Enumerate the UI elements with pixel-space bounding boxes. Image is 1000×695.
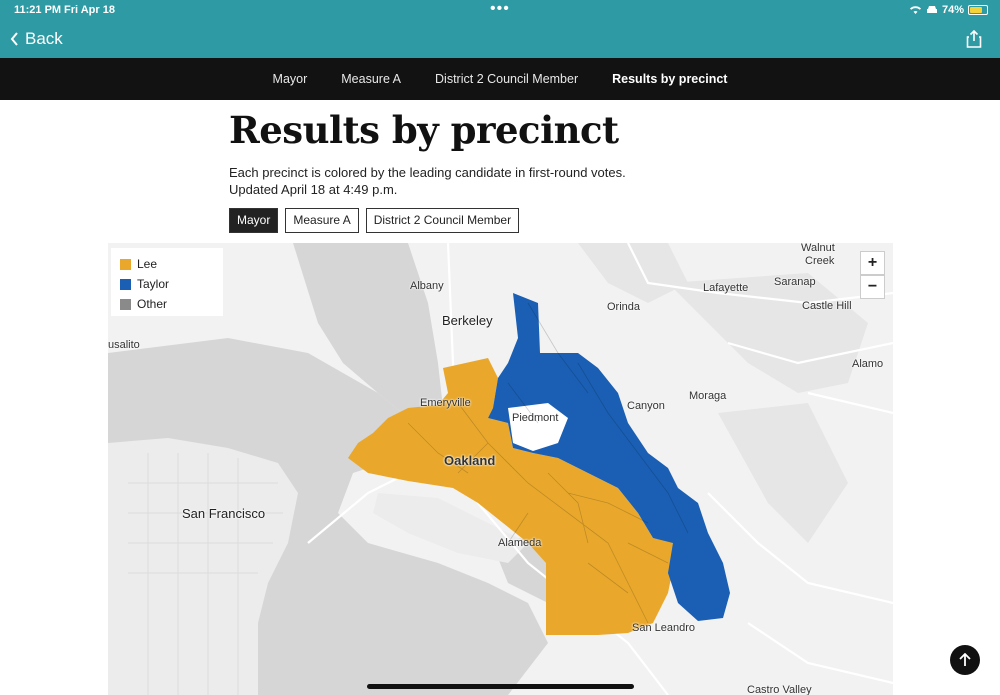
map-canvas bbox=[108, 243, 893, 695]
status-time: 11:21 PM bbox=[14, 4, 62, 16]
place-label: Moraga bbox=[689, 390, 727, 402]
place-label: Orinda bbox=[607, 301, 641, 313]
legend-item-other: Other bbox=[120, 294, 214, 314]
chevron-left-icon bbox=[10, 32, 18, 46]
status-indicators: 74% bbox=[909, 4, 988, 16]
multitask-dots-icon[interactable]: ••• bbox=[490, 0, 510, 18]
nav-item-mayor[interactable]: Mayor bbox=[256, 72, 325, 86]
place-label: Canyon bbox=[627, 400, 665, 412]
page-title: Results by precinct bbox=[229, 108, 619, 152]
car-icon bbox=[926, 6, 937, 13]
place-label: Albany bbox=[410, 280, 444, 292]
place-label: San Francisco bbox=[182, 506, 266, 521]
place-label: Piedmont bbox=[512, 412, 559, 424]
map-legend: Lee Taylor Other bbox=[111, 248, 223, 316]
app-screen: 11:21 PM Fri Apr 18 ••• 74% Back Mayor M… bbox=[0, 0, 1000, 695]
legend-item-lee: Lee bbox=[120, 254, 214, 274]
home-indicator[interactable] bbox=[367, 684, 634, 689]
place-label: Walnut bbox=[801, 243, 835, 254]
legend-swatch bbox=[120, 258, 131, 270]
battery-icon bbox=[968, 5, 988, 15]
place-label: Creek bbox=[805, 255, 835, 267]
place-label: Castle Hill bbox=[802, 300, 852, 312]
zoom-in-button[interactable]: + bbox=[860, 251, 885, 275]
legend-swatch bbox=[120, 298, 131, 310]
place-label: Oakland bbox=[444, 453, 496, 468]
legend-label: Taylor bbox=[137, 277, 170, 291]
place-label: Alameda bbox=[498, 537, 542, 549]
place-label: Lafayette bbox=[703, 282, 749, 294]
legend-label: Lee bbox=[137, 257, 158, 271]
place-label: San Leandro bbox=[632, 622, 695, 634]
nav-item-district-2[interactable]: District 2 Council Member bbox=[418, 72, 595, 86]
place-label: Saranap bbox=[774, 276, 816, 288]
scroll-to-top-button[interactable] bbox=[950, 645, 980, 675]
race-toggle-group: Mayor Measure A District 2 Council Membe… bbox=[229, 208, 520, 233]
place-label: Emeryville bbox=[420, 397, 471, 409]
nav-item-results-by-precinct[interactable]: Results by precinct bbox=[595, 72, 744, 86]
zoom-controls: + − bbox=[860, 251, 885, 299]
status-date: Fri Apr 18 bbox=[64, 4, 115, 16]
toggle-measure-a[interactable]: Measure A bbox=[285, 208, 359, 233]
legend-item-taylor: Taylor bbox=[120, 274, 214, 294]
toggle-district-2[interactable]: District 2 Council Member bbox=[365, 208, 520, 233]
legend-label: Other bbox=[137, 297, 168, 311]
share-icon[interactable] bbox=[966, 30, 982, 48]
battery-level bbox=[970, 7, 982, 13]
battery-percent: 74% bbox=[941, 4, 964, 16]
back-button[interactable]: Back bbox=[10, 29, 63, 49]
nav-item-measure-a[interactable]: Measure A bbox=[324, 72, 418, 86]
app-header: 11:21 PM Fri Apr 18 ••• 74% Back bbox=[0, 0, 1000, 58]
page-subtitle: Each precinct is colored by the leading … bbox=[229, 164, 626, 198]
arrow-up-icon bbox=[959, 652, 971, 666]
zoom-out-button[interactable]: − bbox=[860, 275, 885, 299]
place-label: Castro Valley bbox=[747, 684, 812, 695]
subtitle-description: Each precinct is colored by the leading … bbox=[229, 165, 626, 180]
precinct-map[interactable]: Lee Taylor Other + − Walnut Creek Albany… bbox=[108, 243, 893, 695]
back-label: Back bbox=[25, 29, 63, 48]
place-label: Berkeley bbox=[442, 313, 493, 328]
section-nav: Mayor Measure A District 2 Council Membe… bbox=[0, 58, 1000, 100]
subtitle-updated: Updated April 18 at 4:49 p.m. bbox=[229, 182, 398, 197]
legend-swatch bbox=[120, 278, 131, 290]
place-label: usalito bbox=[108, 339, 140, 351]
wifi-icon bbox=[909, 6, 921, 14]
place-label: Alamo bbox=[852, 358, 884, 370]
toggle-mayor[interactable]: Mayor bbox=[229, 208, 279, 233]
